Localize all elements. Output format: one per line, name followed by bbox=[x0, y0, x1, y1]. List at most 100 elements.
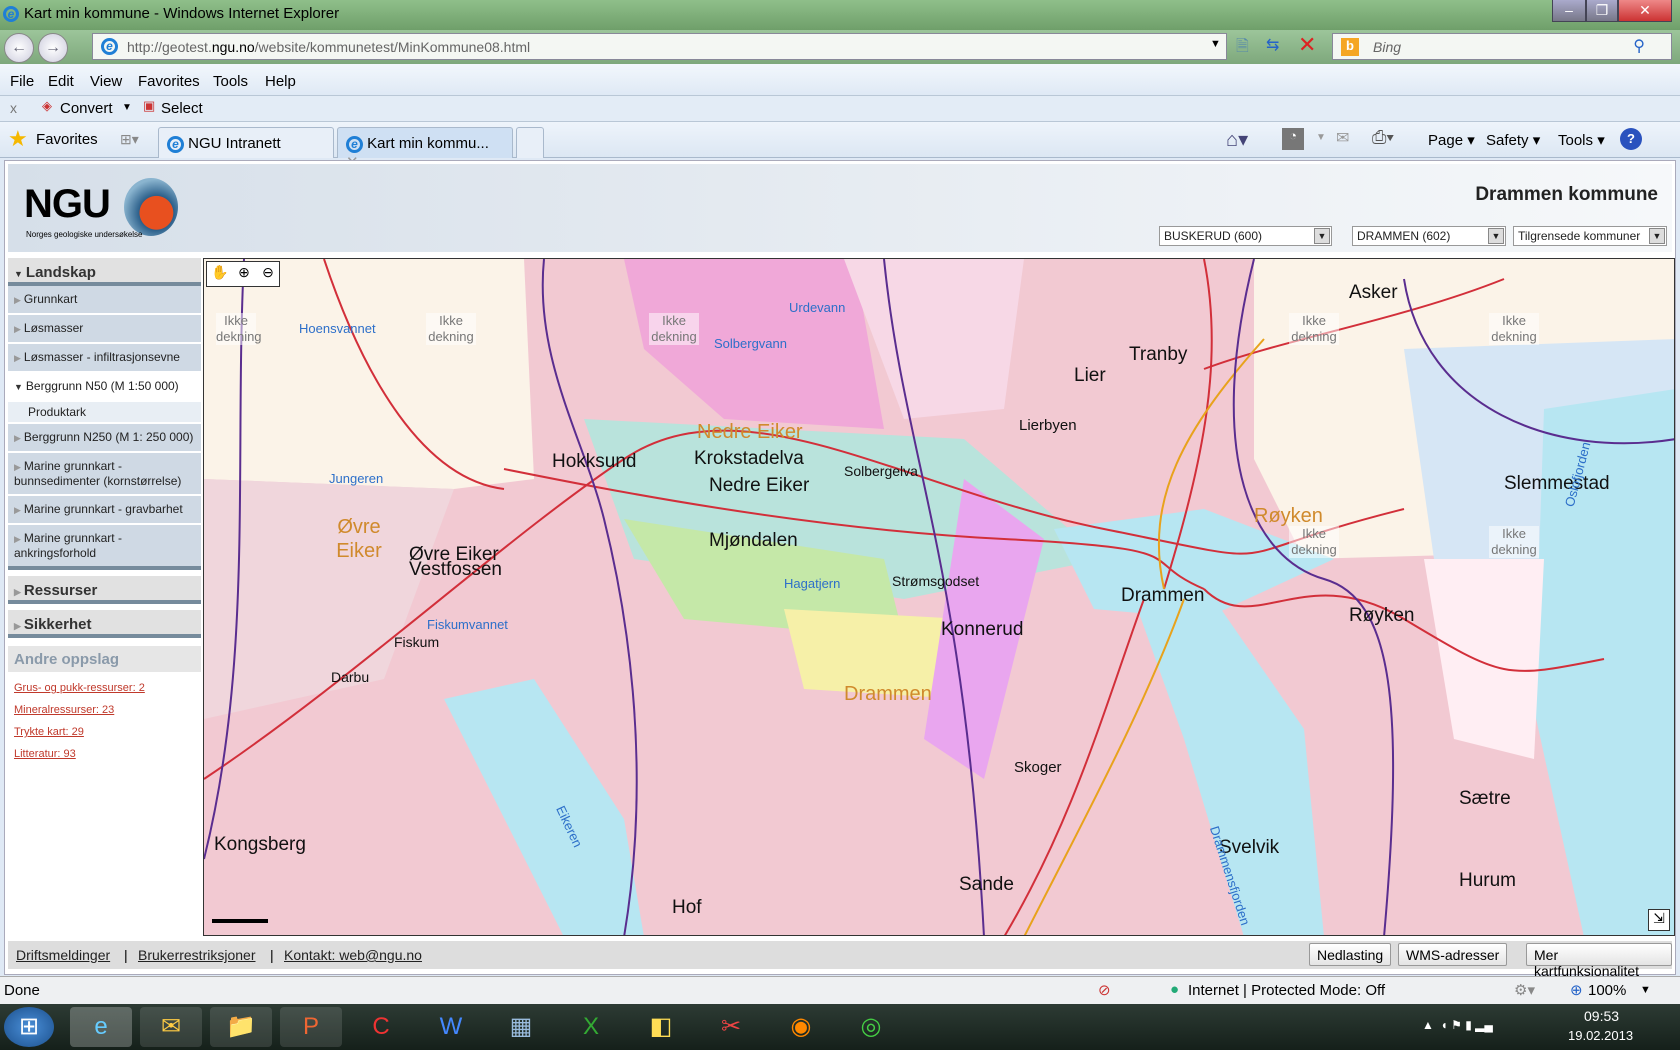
sidebar-item-losmasser-infiltrasjon[interactable]: ▶ Løsmasser - infiltrasjonsevne bbox=[8, 344, 201, 373]
search-input[interactable]: b Bing ⚲ bbox=[1332, 33, 1672, 60]
close-toolbar-button[interactable]: x bbox=[10, 100, 17, 116]
page-menu[interactable]: Page ▾ bbox=[1428, 131, 1475, 149]
sidebar-item-marine-ankring[interactable]: ▶ Marine grunnkart - ankringsforhold bbox=[8, 525, 201, 570]
taskbar-chrome-icon[interactable]: ◎ bbox=[840, 1007, 902, 1047]
print-icon[interactable]: ⎙▾ bbox=[1372, 127, 1394, 148]
tools-menu[interactable]: Tools ▾ bbox=[1558, 131, 1605, 149]
convert-dropdown-icon[interactable]: ▼ bbox=[122, 102, 132, 113]
security-icon[interactable]: ⚙▾ bbox=[1514, 981, 1535, 999]
restore-button[interactable]: ❐ bbox=[1586, 0, 1618, 22]
county-value: BUSKERUD (600) bbox=[1164, 229, 1263, 243]
map-label: Fiskum bbox=[394, 634, 440, 650]
menu-view[interactable]: View bbox=[90, 73, 122, 90]
pan-icon[interactable]: ✋ bbox=[209, 264, 231, 284]
expand-map-icon[interactable]: ⇲ bbox=[1648, 909, 1670, 931]
zoom-level[interactable]: 100% bbox=[1588, 982, 1626, 999]
close-window-button[interactable]: ✕ bbox=[1618, 0, 1672, 22]
feeds-icon[interactable]: ◔ bbox=[1282, 128, 1304, 150]
safety-menu[interactable]: Safety ▾ bbox=[1486, 131, 1540, 149]
url-input[interactable]: e http://geotest.ngu.no/website/kommunete… bbox=[92, 33, 1227, 60]
link-mineralressurser[interactable]: Mineralressurser: 23 bbox=[8, 700, 201, 722]
taskbar-app-icon[interactable]: C bbox=[350, 1007, 412, 1047]
triangle-right-icon: ▶ bbox=[14, 587, 21, 597]
taskbar-powerpoint-icon[interactable]: P bbox=[280, 1007, 342, 1047]
zoom-dropdown-icon[interactable]: ▼ bbox=[1640, 984, 1651, 996]
feeds-dropdown-icon[interactable]: ▼ bbox=[1316, 132, 1326, 143]
menu-edit[interactable]: Edit bbox=[48, 73, 74, 90]
sidebar-item-berggrunn-n250[interactable]: ▶ Berggrunn N250 (M 1: 250 000) bbox=[8, 424, 201, 453]
link-trykte-kart[interactable]: Trykte kart: 29 bbox=[8, 722, 201, 744]
menu-file[interactable]: File bbox=[10, 73, 34, 90]
item-label: Berggrunn N50 (M 1:50 000) bbox=[25, 379, 179, 393]
taskbar-firefox-icon[interactable]: ◉ bbox=[770, 1007, 832, 1047]
quick-tabs-icon[interactable]: ⊞▾ bbox=[120, 131, 139, 148]
county-select[interactable]: BUSKERUD (600) ▼ bbox=[1159, 226, 1332, 246]
tab-kart-min-kommune[interactable]: e Kart min kommu... ✕ bbox=[337, 127, 513, 171]
mail-icon[interactable]: ✉ bbox=[1336, 128, 1349, 148]
ngu-logo: NGU Norges geologiske undersøkelse bbox=[20, 178, 190, 248]
menu-tools[interactable]: Tools bbox=[213, 73, 248, 90]
tray-icons[interactable]: ▲ ◖ ⚑ ▮ ▂▄ bbox=[1422, 1018, 1493, 1032]
new-tab-button[interactable] bbox=[516, 127, 544, 158]
url-text: http://geotest. bbox=[127, 39, 212, 55]
taskbar-snipping-tool-icon[interactable]: ✂ bbox=[700, 1007, 762, 1047]
wms-button[interactable]: WMS-adresser bbox=[1398, 943, 1508, 966]
link-grus-pukk[interactable]: Grus- og pukk-ressurser: 2 bbox=[8, 678, 201, 700]
url-dropdown-icon[interactable]: ▼ bbox=[1210, 38, 1221, 50]
link-brukerrestriksjoner[interactable]: Brukerrestriksjoner bbox=[138, 947, 255, 963]
forward-button[interactable]: → bbox=[38, 33, 68, 63]
stop-icon[interactable]: ✕ bbox=[1298, 32, 1316, 58]
convert-button[interactable]: Convert bbox=[60, 100, 113, 117]
section-landskap[interactable]: ▼ Landskap bbox=[8, 258, 201, 286]
compat-view-icon[interactable]: 🗎 bbox=[1236, 35, 1249, 62]
zoom-in-icon[interactable]: ⊕ bbox=[233, 264, 255, 284]
select-button[interactable]: Select bbox=[161, 100, 203, 117]
ie-icon: e bbox=[346, 136, 363, 153]
sidebar-item-grunnkart[interactable]: ▶ Grunnkart bbox=[8, 286, 201, 315]
taskbar-ie-icon[interactable]: e bbox=[70, 1007, 132, 1047]
neighbour-select[interactable]: Tilgrensede kommuner ▼ bbox=[1513, 226, 1667, 246]
section-ressurser[interactable]: ▶ Ressurser bbox=[8, 576, 201, 604]
map-view[interactable]: Drammen Hokksund Mjøndalen Nedre Eiker K… bbox=[203, 258, 1675, 936]
taskbar-excel-icon[interactable]: X bbox=[560, 1007, 622, 1047]
no-coverage-label: Ikke dekning bbox=[1489, 313, 1539, 345]
taskbar-sticky-notes-icon[interactable]: ◧ bbox=[630, 1007, 692, 1047]
map-label: Mjøndalen bbox=[709, 530, 798, 551]
taskbar-word-icon[interactable]: W bbox=[420, 1007, 482, 1047]
separator: | bbox=[124, 947, 128, 963]
page-footer: Driftsmeldinger | Brukerrestriksjoner | … bbox=[8, 941, 1672, 979]
link-kontakt[interactable]: Kontakt: web@ngu.no bbox=[284, 947, 422, 963]
sidebar-item-losmasser[interactable]: ▶ Løsmasser bbox=[8, 315, 201, 344]
minimize-button[interactable]: – bbox=[1552, 0, 1586, 22]
zone-text: Internet | Protected Mode: Off bbox=[1188, 982, 1386, 999]
help-icon[interactable]: ? bbox=[1620, 128, 1642, 150]
link-driftsmeldinger[interactable]: Driftsmeldinger bbox=[16, 947, 110, 963]
municipality-select[interactable]: DRAMMEN (602) ▼ bbox=[1352, 226, 1506, 246]
menu-favorites[interactable]: Favorites bbox=[138, 73, 200, 90]
zoom-out-icon[interactable]: ⊖ bbox=[257, 264, 279, 284]
taskbar-calculator-icon[interactable]: ▦ bbox=[490, 1007, 552, 1047]
sidebar-item-produktark[interactable]: Produktark bbox=[8, 402, 201, 424]
sidebar-item-berggrunn-n50[interactable]: ▼ Berggrunn N50 (M 1:50 000) bbox=[8, 373, 201, 402]
search-icon[interactable]: ⚲ bbox=[1633, 36, 1645, 56]
favorites-button[interactable]: Favorites bbox=[36, 131, 98, 148]
refresh-icon[interactable]: ⇆ bbox=[1266, 35, 1279, 55]
start-button[interactable]: ⊞ bbox=[4, 1007, 54, 1047]
back-button[interactable]: ← bbox=[4, 33, 34, 63]
taskbar-explorer-icon[interactable]: 📁 bbox=[210, 1007, 272, 1047]
nedlasting-button[interactable]: Nedlasting bbox=[1309, 943, 1392, 966]
home-icon[interactable]: ⌂▾ bbox=[1226, 127, 1248, 152]
uncovered-area bbox=[204, 259, 534, 489]
sidebar-item-marine-bunnsedimenter[interactable]: ▶ Marine grunnkart - bunnsedimenter (korn… bbox=[8, 453, 201, 496]
section-sikkerhet[interactable]: ▶ Sikkerhet bbox=[8, 610, 201, 638]
taskbar-outlook-icon[interactable]: ✉ bbox=[140, 1007, 202, 1047]
popup-blocker-icon[interactable]: ⊘ bbox=[1098, 981, 1111, 999]
link-litteratur[interactable]: Litteratur: 93 bbox=[8, 744, 201, 766]
bing-icon: b bbox=[1341, 38, 1359, 56]
tab-ngu-intranett[interactable]: e NGU Intranett bbox=[158, 127, 334, 158]
menu-help[interactable]: Help bbox=[265, 73, 296, 90]
sidebar-item-marine-gravbarhet[interactable]: ▶ Marine grunnkart - gravbarhet bbox=[8, 496, 201, 525]
sidebar: ▼ Landskap ▶ Grunnkart ▶ Løsmasser ▶ Løsmass… bbox=[8, 258, 201, 766]
item-label: Berggrunn N250 (M 1: 250 000) bbox=[23, 430, 194, 444]
more-functions-button[interactable]: Mer kartfunksjonalitet bbox=[1526, 943, 1672, 979]
